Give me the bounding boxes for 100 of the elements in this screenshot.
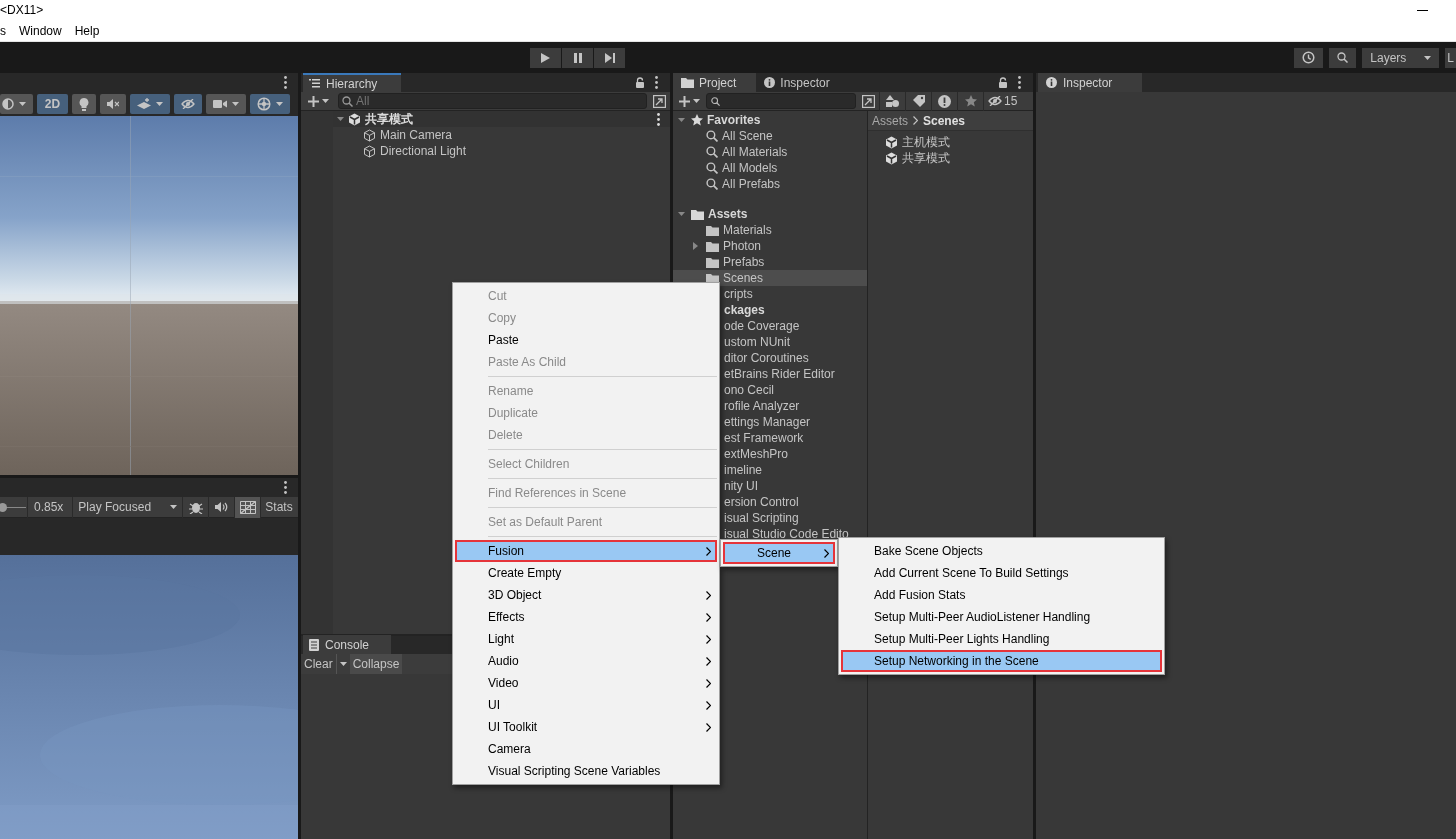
menu-item[interactable]: Add Fusion Stats — [841, 584, 1162, 606]
hierarchy-item[interactable]: Main Camera — [333, 127, 670, 143]
audio-toggle[interactable] — [100, 94, 126, 114]
favorite-item[interactable]: All Models — [673, 160, 867, 176]
kebab-menu-icon[interactable] — [1018, 76, 1021, 89]
camera-toggle[interactable] — [206, 94, 246, 114]
panel-tab[interactable]: Inspector — [756, 73, 850, 92]
scene-file[interactable]: 共享模式 — [868, 150, 1033, 166]
scene-file[interactable]: 主机模式 — [868, 134, 1033, 150]
lock-icon[interactable] — [998, 77, 1008, 88]
menu-item[interactable]: Create Empty — [455, 562, 717, 584]
2d-toggle[interactable]: 2D — [37, 94, 68, 114]
popout-icon[interactable] — [862, 94, 875, 108]
minimize-icon[interactable] — [1417, 9, 1428, 11]
folder-item[interactable]: isual Scripting — [724, 510, 799, 526]
folder-item[interactable]: Materials — [673, 222, 867, 238]
menu-item[interactable]: Window — [19, 20, 69, 41]
play-icon — [541, 52, 550, 63]
console-button[interactable]: Clear — [301, 654, 336, 674]
folder-item[interactable]: Photon — [673, 238, 867, 254]
menu-item[interactable]: Setup Networking in the Scene — [841, 650, 1162, 672]
folder-item[interactable]: Prefabs — [673, 254, 867, 270]
kebab-menu-icon[interactable] — [657, 112, 660, 126]
layers-dropdown[interactable]: Layers — [1362, 47, 1440, 68]
folder-item[interactable]: extMeshPro — [724, 446, 789, 462]
menu-item[interactable]: Video — [455, 672, 717, 694]
tree-group[interactable]: Favorites — [673, 112, 867, 128]
scale-slider[interactable] — [0, 496, 28, 518]
menu-item[interactable]: UI — [455, 694, 717, 716]
folder-item[interactable]: etBrains Rider Editor — [724, 366, 835, 382]
search-field[interactable] — [706, 93, 856, 109]
folder-item[interactable]: Scenes — [673, 270, 867, 286]
shapes-icon — [886, 95, 899, 107]
panel-tab[interactable]: Project — [673, 73, 757, 92]
effects-toggle[interactable] — [130, 94, 170, 114]
step-button[interactable] — [594, 47, 625, 68]
eye-slash-icon — [181, 99, 195, 109]
play-button[interactable] — [530, 47, 561, 68]
menu-item[interactable]: Fusion — [455, 540, 717, 562]
menu-item[interactable]: Visual Scripting Scene Variables — [455, 760, 717, 782]
scene-row[interactable]: 共享模式 — [333, 111, 670, 127]
lighting-toggle[interactable] — [72, 94, 96, 114]
folder-item[interactable]: ustom NUnit — [724, 334, 791, 350]
menu-item[interactable]: s — [0, 20, 13, 41]
pause-button[interactable] — [562, 47, 593, 68]
tree-group[interactable]: ckages — [724, 302, 765, 318]
slider-thumb[interactable] — [0, 502, 8, 512]
tree-group[interactable]: Assets — [673, 206, 867, 222]
folder-item[interactable]: ettings Manager — [724, 414, 811, 430]
inspector-tab[interactable]: Inspector — [1038, 73, 1143, 92]
hidden-packages-button[interactable]: 15 — [983, 91, 1022, 111]
menu-item[interactable]: Add Current Scene To Build Settings — [841, 562, 1162, 584]
menu-item[interactable]: Setup Multi-Peer Lights Handling — [841, 628, 1162, 650]
menu-item[interactable]: Setup Multi-Peer AudioListener Handling — [841, 606, 1162, 628]
search-button[interactable] — [1329, 47, 1357, 68]
folder-item[interactable]: ono Cecil — [724, 382, 775, 398]
visibility-toggle[interactable] — [174, 94, 202, 114]
hierarchy-tab[interactable]: Hierarchy — [303, 73, 402, 92]
menu-item[interactable]: Paste — [455, 329, 717, 351]
gizmos-toggle[interactable] — [235, 496, 262, 518]
play-mode-dropdown[interactable]: Play Focused — [73, 496, 184, 518]
add-button[interactable] — [305, 95, 332, 107]
kebab-menu-icon[interactable] — [655, 76, 658, 89]
lock-icon[interactable] — [635, 77, 645, 88]
folder-item[interactable]: imeline — [724, 462, 762, 478]
menu-item[interactable]: Effects — [455, 606, 717, 628]
menu-item[interactable]: Bake Scene Objects — [841, 540, 1162, 562]
stats-button[interactable]: Stats — [261, 496, 296, 518]
breadcrumb-link[interactable]: Assets — [872, 113, 908, 128]
folder-item[interactable]: nity UI — [724, 478, 758, 494]
favorite-item[interactable]: All Scene — [673, 128, 867, 144]
folder-item[interactable]: rofile Analyzer — [724, 398, 800, 414]
hierarchy-item[interactable]: Directional Light — [333, 143, 670, 159]
breadcrumb-link[interactable]: Scenes — [923, 113, 966, 128]
menu-item[interactable]: Scene — [723, 542, 835, 564]
speaker-icon — [215, 502, 229, 512]
search-field[interactable]: All — [338, 93, 647, 109]
caret-down-icon — [170, 505, 178, 509]
kebab-menu-icon[interactable] — [284, 481, 287, 494]
menu-item[interactable]: 3D Object — [455, 584, 717, 606]
menu-item[interactable]: Light — [455, 628, 717, 650]
folder-item[interactable]: ode Coverage — [724, 318, 800, 334]
favorite-item[interactable]: All Materials — [673, 144, 867, 160]
console-tab[interactable]: Console — [303, 635, 392, 654]
favorite-item[interactable]: All Prefabs — [673, 176, 867, 192]
folder-item[interactable]: cripts — [724, 286, 753, 302]
shading-toggle[interactable] — [0, 94, 33, 114]
gizmos-toggle[interactable] — [250, 94, 290, 114]
menu-item[interactable]: Help — [74, 20, 107, 41]
layout-dropdown[interactable]: L — [1445, 47, 1456, 68]
menu-item[interactable]: Camera — [455, 738, 717, 760]
popout-icon[interactable] — [653, 94, 666, 108]
folder-item[interactable]: ditor Coroutines — [724, 350, 809, 366]
kebab-menu-icon[interactable] — [284, 76, 287, 89]
menu-item[interactable]: Audio — [455, 650, 717, 672]
console-button[interactable]: Collapse — [349, 654, 403, 674]
folder-item[interactable]: ersion Control — [724, 494, 799, 510]
folder-item[interactable]: est Framework — [724, 430, 804, 446]
history-button[interactable] — [1294, 47, 1324, 68]
menu-item[interactable]: UI Toolkit — [455, 716, 717, 738]
